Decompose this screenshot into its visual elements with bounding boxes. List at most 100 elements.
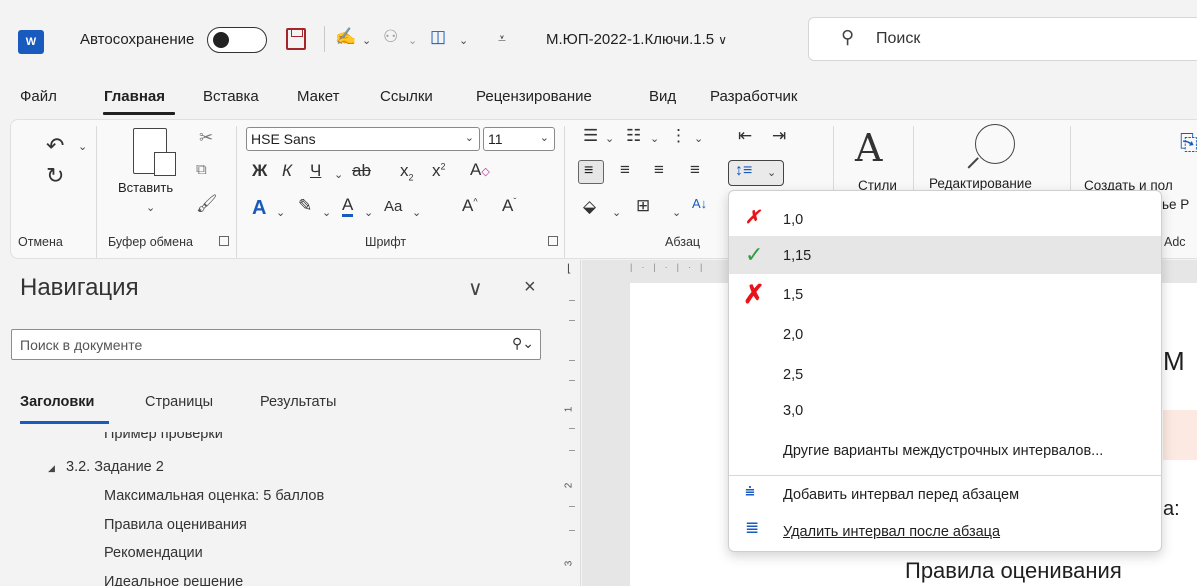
chevron-down-icon: ⌄ xyxy=(539,132,549,144)
line-spacing-option-1-5[interactable]: ✗ 1,5 xyxy=(729,277,1161,313)
nav-heading-item[interactable]: Рекомендации xyxy=(104,545,203,561)
text-effects-icon[interactable]: A xyxy=(252,197,266,220)
strikethrough-icon[interactable]: ab xyxy=(352,161,371,181)
justify-icon[interactable]: ≡ xyxy=(690,160,700,180)
pen-icon[interactable]: ✍ xyxy=(335,27,356,47)
chevron-down-icon[interactable]: ⌄ xyxy=(605,132,614,145)
chevron-down-icon[interactable]: ∨ xyxy=(468,276,483,301)
layout-icon[interactable]: ◫ xyxy=(430,27,446,47)
red-x-icon: ✗ xyxy=(743,279,765,309)
underline-icon[interactable]: Ч xyxy=(310,161,321,181)
tab-developer[interactable]: Разработчик xyxy=(710,88,797,105)
italic-icon[interactable]: К xyxy=(282,161,292,181)
superscript-icon[interactable]: x2 xyxy=(432,161,446,181)
tab-view[interactable]: Вид xyxy=(649,88,676,105)
bold-icon[interactable]: Ж xyxy=(252,161,267,181)
collapse-triangle-icon[interactable]: ◢ xyxy=(48,463,55,474)
font-family-select[interactable]: HSE Sans ⌄ xyxy=(246,127,480,151)
add-space-before-paragraph[interactable]: ⩧ Добавить интервал перед абзацем xyxy=(729,481,1161,513)
line-spacing-option-1-15[interactable]: ✓ 1,15 xyxy=(729,236,1161,274)
change-case-button[interactable]: Aa xyxy=(384,198,402,215)
nav-heading-item[interactable]: Правила оценивания xyxy=(104,517,247,533)
line-spacing-option-2-5[interactable]: 2,5 xyxy=(729,359,1161,393)
sort-icon[interactable]: A↓ xyxy=(692,196,707,211)
borders-icon[interactable]: ⊞ xyxy=(636,196,650,216)
chevron-down-icon[interactable]: ⌄ xyxy=(334,168,343,181)
search-box[interactable]: ⚲ Поиск xyxy=(808,17,1197,61)
bullets-icon[interactable]: ☰ xyxy=(583,126,598,146)
chevron-down-icon[interactable]: ⌄ xyxy=(408,34,417,47)
decrease-indent-icon[interactable]: ⇤ xyxy=(738,126,752,146)
subscript-icon[interactable]: x2 xyxy=(400,161,414,182)
clipboard-launcher-icon[interactable]: ⤡ xyxy=(219,236,229,246)
font-launcher-icon[interactable]: ⤡ xyxy=(548,236,558,246)
chevron-down-icon[interactable]: ⌄ xyxy=(362,34,371,47)
nav-heading-item[interactable]: Максимальная оценка: 5 баллов xyxy=(104,488,324,504)
copy-icon[interactable]: ⧉ xyxy=(196,161,207,178)
align-left-icon[interactable]: ≡ xyxy=(578,160,604,184)
tab-home[interactable]: Главная xyxy=(104,88,165,105)
chevron-down-icon[interactable]: ⌄ xyxy=(650,132,659,145)
chevron-down-icon[interactable]: ⌄ xyxy=(146,201,155,214)
styles-icon[interactable]: A xyxy=(855,126,882,170)
shading-icon[interactable]: ⬙ xyxy=(583,197,596,217)
word-app-icon[interactable]: W xyxy=(18,30,44,54)
chevron-down-icon[interactable]: ⌄ xyxy=(459,34,468,47)
cut-icon[interactable]: ✂ xyxy=(199,128,213,148)
document-search-input[interactable]: Поиск в документе ⚲⌄ xyxy=(11,329,541,360)
tab-file[interactable]: Файл xyxy=(20,88,57,105)
nav-tab-headings[interactable]: Заголовки xyxy=(20,394,94,410)
option-label: 1,5 xyxy=(783,287,804,303)
close-icon[interactable]: × xyxy=(524,276,536,299)
chevron-down-icon[interactable]: ⌄ xyxy=(672,206,681,219)
create-pdf-icon[interactable]: ⎘ xyxy=(1180,130,1197,156)
tab-insert[interactable]: Вставка xyxy=(203,88,259,105)
nav-tab-results[interactable]: Результаты xyxy=(260,394,336,410)
palette-icon[interactable]: ⚇ xyxy=(383,27,398,47)
font-color-icon[interactable]: A xyxy=(342,196,354,217)
autosave-toggle[interactable] xyxy=(207,27,267,53)
shrink-font-icon[interactable]: Aˇ xyxy=(502,196,516,216)
paste-button-label[interactable]: Вставить xyxy=(118,180,173,195)
tab-layout[interactable]: Макет xyxy=(297,88,339,105)
vertical-ruler[interactable]: 1 2 3 xyxy=(563,260,581,586)
customize-toolbar-icon[interactable]: ⩡ xyxy=(498,30,506,47)
line-spacing-option-2-0[interactable]: 2,0 xyxy=(729,321,1161,355)
format-painter-icon[interactable]: 🖌 xyxy=(196,194,218,214)
nav-heading-item[interactable]: Идеальное решение xyxy=(104,574,243,586)
line-spacing-more-options[interactable]: Другие варианты междустрочных интервалов… xyxy=(729,437,1161,471)
option-label: 2,0 xyxy=(783,327,804,343)
chevron-down-icon[interactable]: ⌄ xyxy=(78,140,87,153)
chevron-down-icon[interactable]: ⌄ xyxy=(364,206,373,219)
tab-review[interactable]: Рецензирование xyxy=(476,88,592,105)
clear-formatting-icon[interactable]: A◇ xyxy=(470,160,490,180)
chevron-down-icon[interactable]: ⌄ xyxy=(276,206,285,219)
nav-tab-pages[interactable]: Страницы xyxy=(145,394,213,410)
align-center-icon[interactable]: ≡ xyxy=(620,160,630,180)
remove-space-after-paragraph[interactable]: ≣ Удалить интервал после абзаца xyxy=(729,517,1161,549)
undo-icon[interactable]: ↶ xyxy=(46,133,64,159)
document-title[interactable]: М.ЮП-2022-1.Ключи.1.5 ∨ xyxy=(546,31,727,48)
editing-button-label[interactable]: Редактирование xyxy=(929,176,1032,191)
line-spacing-button[interactable]: ↕≡ ⌄ xyxy=(728,160,784,186)
grow-font-icon[interactable]: A^ xyxy=(462,196,478,216)
chevron-down-icon[interactable]: ⌄ xyxy=(412,206,421,219)
nav-heading-item[interactable]: 3.2. Задание 2 xyxy=(66,459,164,475)
line-spacing-option-1-0[interactable]: ✗ 1,0 xyxy=(729,201,1161,237)
align-right-icon[interactable]: ≡ xyxy=(654,160,664,180)
multilevel-list-icon[interactable]: ⋮ xyxy=(670,126,687,146)
chevron-down-icon[interactable]: ⌄ xyxy=(694,132,703,145)
line-spacing-option-3-0[interactable]: 3,0 xyxy=(729,397,1161,431)
numbering-icon[interactable]: ☷ xyxy=(626,126,641,146)
nav-heading-item[interactable]: Пример проверки xyxy=(104,432,223,442)
save-icon[interactable] xyxy=(286,28,306,50)
find-magnifier-icon[interactable] xyxy=(975,124,1015,164)
chevron-down-icon[interactable]: ⌄ xyxy=(612,206,621,219)
increase-indent-icon[interactable]: ⇥ xyxy=(772,126,786,146)
tab-references[interactable]: Ссылки xyxy=(380,88,433,105)
redo-icon[interactable]: ↻ xyxy=(46,163,64,189)
font-size-select[interactable]: 11 ⌄ xyxy=(483,127,555,151)
chevron-down-icon[interactable]: ⌄ xyxy=(322,206,331,219)
highlighter-icon[interactable]: ✎ xyxy=(298,196,312,216)
tab-stop-icon[interactable]: ⌊ xyxy=(567,262,571,275)
